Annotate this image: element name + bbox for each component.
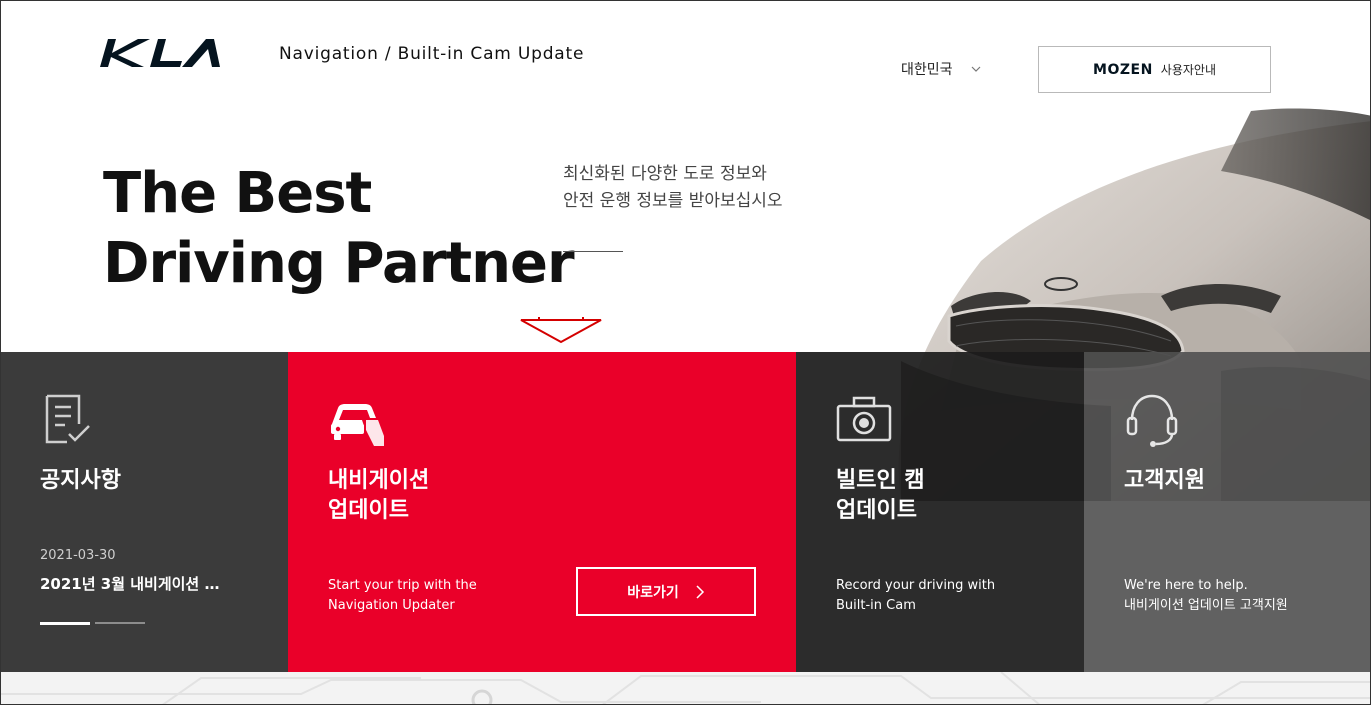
hero-title-line2: Driving Partner xyxy=(103,231,575,296)
support-title: 고객지원 xyxy=(1124,468,1205,493)
user-guide-label: 사용자안내 xyxy=(1160,63,1216,77)
country-label: 대한민국 xyxy=(901,62,953,78)
cam-text-line1: Record your driving with xyxy=(836,578,996,593)
service-panels: 공지사항 2021-03-30 2021년 3월 내비게이션 … 내비게이션 업… xyxy=(1,352,1370,672)
support-text: We're here to help. 내비게이션 업데이트 고객지원 xyxy=(1124,576,1288,616)
map-background xyxy=(1,672,1370,704)
user-guide-button[interactable]: MOZEN 사용자안내 xyxy=(1038,46,1271,93)
notice-headline[interactable]: 2021년 3월 내비게이션 … xyxy=(40,573,250,594)
customer-support-panel[interactable]: 고객지원 We're here to help. 내비게이션 업데이트 고객지원 xyxy=(1084,352,1370,672)
hero-desc-line1: 최신화된 다양한 도로 정보와 xyxy=(563,164,767,184)
country-select[interactable]: 대한민국 xyxy=(901,59,981,79)
cam-update-title: 빌트인 캠 업데이트 xyxy=(836,466,925,526)
support-text-line1: We're here to help. xyxy=(1124,578,1248,593)
navigation-text-line1: Start your trip with the xyxy=(328,578,477,593)
notice-date: 2021-03-30 xyxy=(40,548,116,563)
cam-text-line2: Built-in Cam xyxy=(836,598,916,613)
navigation-update-title: 내비게이션 업데이트 xyxy=(328,466,429,526)
kia-logo[interactable] xyxy=(98,37,222,69)
go-button-label: 바로가기 xyxy=(627,584,679,601)
site-title: Navigation / Built-in Cam Update xyxy=(279,44,585,64)
hero-title-line1: The Best xyxy=(103,161,372,226)
down-arrow-icon xyxy=(520,317,602,344)
navigation-update-text: Start your trip with the Navigation Upda… xyxy=(328,576,477,616)
hero-divider xyxy=(563,251,623,252)
cam-title-line1: 빌트인 캠 xyxy=(836,468,925,493)
headset-icon xyxy=(1126,394,1178,447)
notice-pager xyxy=(40,622,145,625)
navigation-update-panel[interactable]: 내비게이션 업데이트 Start your trip with the Navi… xyxy=(288,352,796,672)
chevron-right-icon xyxy=(696,584,704,599)
chevron-down-icon xyxy=(971,66,980,72)
pager-dot-1[interactable] xyxy=(40,622,90,625)
camera-icon xyxy=(836,396,892,442)
hero-desc-line2: 안전 운행 정보를 받아보십시오 xyxy=(563,191,783,211)
page: Navigation / Built-in Cam Update 대한민국 MO… xyxy=(0,0,1371,705)
hero-title: The Best Driving Partner xyxy=(103,159,575,299)
navigation-title-line1: 내비게이션 xyxy=(328,468,430,493)
builtin-cam-update-panel[interactable]: 빌트인 캠 업데이트 Record your driving with Buil… xyxy=(796,352,1084,672)
navigation-title-line2: 업데이트 xyxy=(328,498,409,523)
notice-title: 공지사항 xyxy=(40,468,121,493)
hero-description: 최신화된 다양한 도로 정보와 안전 운행 정보를 받아보십시오 xyxy=(563,161,783,215)
cam-title-line2: 업데이트 xyxy=(836,498,917,523)
cam-update-text: Record your driving with Built-in Cam xyxy=(836,576,995,616)
pager-dot-2[interactable] xyxy=(95,622,145,624)
checklist-icon xyxy=(45,394,90,444)
notice-panel[interactable]: 공지사항 2021-03-30 2021년 3월 내비게이션 … xyxy=(1,352,288,672)
support-text-line2: 내비게이션 업데이트 고객지원 xyxy=(1124,598,1288,613)
mozen-brand: MOZEN xyxy=(1093,61,1153,78)
navigation-text-line2: Navigation Updater xyxy=(328,598,455,613)
car-update-icon xyxy=(331,404,384,446)
go-button[interactable]: 바로가기 xyxy=(576,567,756,616)
